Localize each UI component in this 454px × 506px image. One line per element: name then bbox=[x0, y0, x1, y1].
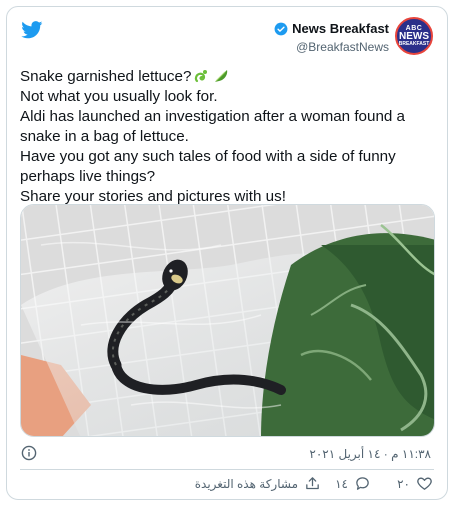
twitter-bird-icon[interactable] bbox=[21, 21, 43, 39]
leafy-green-icon bbox=[215, 70, 228, 82]
author-block[interactable]: News Breakfast @BreakfastNews bbox=[274, 21, 389, 54]
avatar-line-3: BREAKFAST bbox=[398, 41, 430, 47]
tweet-line: Not what you usually look for. bbox=[20, 88, 218, 105]
display-name[interactable]: News Breakfast bbox=[292, 21, 389, 36]
tweet-actions: ٢٠ ١٤ مشاركة هذه التغريدة bbox=[7, 475, 447, 499]
reply-count: ١٤ bbox=[335, 476, 348, 491]
tweet-timestamp[interactable]: ١١:٣٨ م · ١٤ أبريل ٢٠٢١ bbox=[309, 447, 431, 461]
tweet-photo[interactable] bbox=[20, 204, 435, 437]
tweet-line: Aldi has launched an investigation after… bbox=[20, 108, 406, 125]
tweet-line: Snake garnished lettuce? bbox=[20, 67, 440, 87]
tweet-line: snake in a bag of lettuce. bbox=[20, 128, 189, 145]
tweet-card[interactable]: News Breakfast @BreakfastNews ABC NEWS B… bbox=[6, 6, 448, 500]
info-icon[interactable] bbox=[21, 445, 37, 461]
share-icon bbox=[306, 477, 319, 490]
reply-button[interactable]: ١٤ bbox=[335, 475, 371, 492]
share-button[interactable]: مشاركة هذه التغريدة bbox=[195, 475, 321, 492]
verified-badge-icon bbox=[274, 22, 288, 35]
heart-icon bbox=[417, 477, 432, 490]
avatar[interactable]: ABC NEWS BREAKFAST bbox=[395, 17, 433, 55]
user-handle[interactable]: @BreakfastNews bbox=[274, 40, 389, 54]
snake-in-lettuce-bag-image bbox=[21, 205, 434, 436]
like-button[interactable]: ٢٠ bbox=[397, 475, 433, 492]
tweet-line: perhaps live things? bbox=[20, 168, 156, 185]
divider bbox=[20, 469, 434, 470]
tweet-line: Have you got any such tales of food with… bbox=[20, 148, 396, 165]
snake-icon bbox=[195, 70, 208, 83]
like-count: ٢٠ bbox=[397, 476, 410, 491]
tweet-line-text: Snake garnished lettuce? bbox=[20, 68, 192, 85]
share-label: مشاركة هذه التغريدة bbox=[194, 476, 298, 491]
tweet-text: Snake garnished lettuce? Not what you us… bbox=[20, 67, 440, 207]
reply-bubble-icon bbox=[356, 477, 369, 490]
